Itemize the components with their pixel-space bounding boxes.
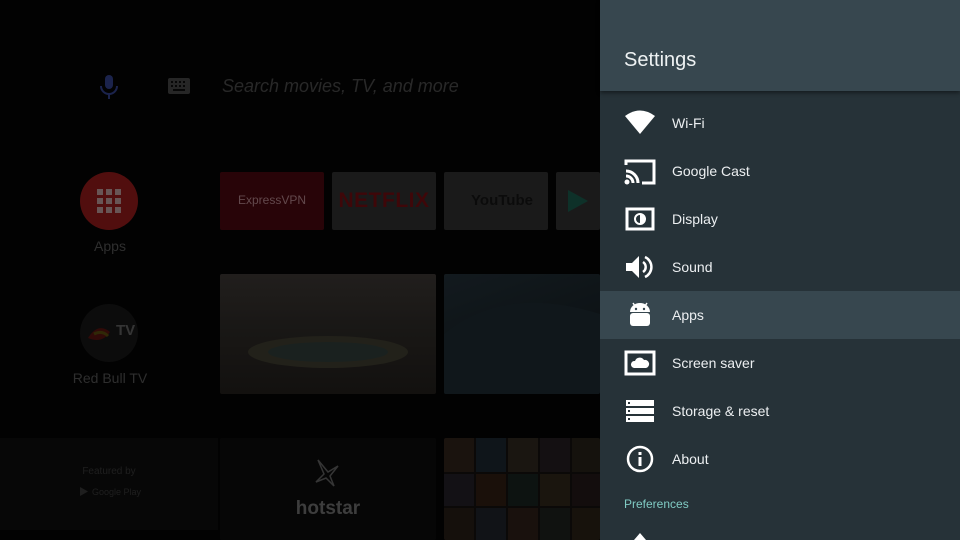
red-bull-tv-button[interactable]: TV	[80, 304, 138, 362]
settings-item-about[interactable]: About	[600, 435, 960, 483]
expressvpn-tile[interactable]: ExpressVPN	[220, 172, 324, 230]
microphone-icon[interactable]	[98, 74, 120, 100]
keyboard-icon[interactable]	[168, 78, 190, 94]
google-play-small-icon	[80, 487, 88, 496]
settings-item-google-cast[interactable]: Google Cast	[600, 147, 960, 195]
settings-item-storage-reset[interactable]: Storage & reset	[600, 387, 960, 435]
video-thumbnail-island[interactable]	[220, 274, 436, 394]
hotstar-star-icon	[315, 459, 339, 487]
settings-item-label: Wi-Fi	[672, 115, 705, 131]
google-play-tile[interactable]	[556, 172, 600, 230]
featured-by-google-play-card[interactable]	[0, 438, 218, 530]
movie-posters-image	[444, 438, 600, 540]
wave-image	[444, 302, 600, 394]
screen-saver-icon	[624, 350, 656, 376]
expressvpn-tile-label: ExpressVPN	[237, 193, 307, 207]
netflix-tile[interactable]: NETFLIX	[332, 172, 436, 230]
island-image	[248, 336, 408, 368]
google-play-label: Google Play	[92, 487, 142, 497]
settings-item-label: About	[672, 451, 709, 467]
settings-item-wifi[interactable]: Wi-Fi	[600, 99, 960, 147]
partially-visible-item-icon	[634, 533, 646, 540]
volume-icon	[626, 255, 653, 279]
info-icon	[626, 445, 654, 473]
display-icon	[625, 207, 655, 231]
storage-icon	[626, 400, 654, 422]
featured-by-label: Featured by	[82, 466, 136, 477]
settings-item-label: Screen saver	[672, 355, 755, 371]
movie-posters-tile[interactable]	[444, 438, 600, 540]
red-bull-tv-label: Red Bull TV	[72, 370, 148, 386]
settings-item-apps[interactable]: Apps	[600, 291, 960, 339]
hotstar-tile[interactable]: hotstar	[220, 438, 436, 540]
launcher-background: Search movies, TV, and more Apps Express…	[0, 0, 600, 540]
settings-item-label: Storage & reset	[672, 403, 770, 419]
settings-item-label: Sound	[672, 259, 713, 275]
wifi-icon	[625, 110, 655, 134]
search-input[interactable]: Search movies, TV, and more	[222, 76, 459, 97]
settings-item-sound[interactable]: Sound	[600, 243, 960, 291]
preferences-section-header: Preferences	[624, 497, 689, 511]
play-store-icon	[568, 190, 588, 212]
settings-title: Settings	[624, 49, 697, 71]
netflix-tile-label: NETFLIX	[338, 189, 430, 212]
android-icon	[630, 302, 650, 326]
settings-item-label: Apps	[672, 307, 704, 323]
apps-grid-icon	[97, 189, 121, 213]
cast-icon	[624, 159, 656, 185]
settings-item-screen-saver[interactable]: Screen saver	[600, 339, 960, 387]
red-bull-tv-badge: TV	[116, 322, 136, 339]
youtube-tile-label: YouTube	[471, 192, 533, 209]
settings-item-label: Display	[672, 211, 718, 227]
apps-row-label: Apps	[94, 238, 126, 254]
settings-item-display[interactable]: Display	[600, 195, 960, 243]
hotstar-label: hotstar	[295, 498, 361, 519]
settings-header: Settings	[600, 0, 960, 91]
settings-panel: Settings Wi-Fi Google Cast Display Sound…	[600, 0, 960, 540]
video-thumbnail-wave[interactable]	[444, 274, 600, 394]
youtube-tile[interactable]: YouTube	[444, 172, 548, 230]
settings-item-label: Google Cast	[672, 163, 750, 179]
